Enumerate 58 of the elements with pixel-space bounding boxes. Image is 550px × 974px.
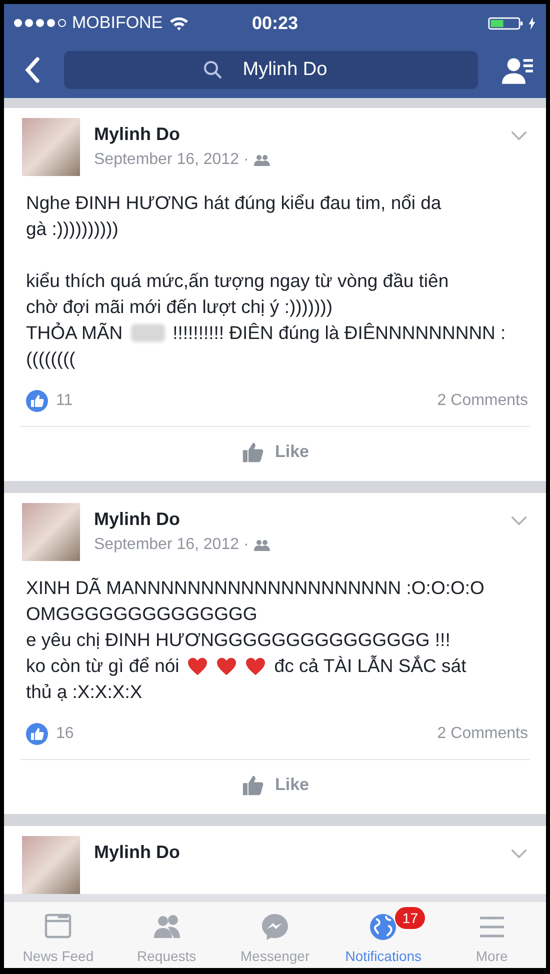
post-text: XINH DÃ MANNNNNNNNNNNNNNNNNNNN :O:O:O:O — [26, 577, 484, 599]
like-icon — [26, 390, 48, 412]
chevron-icon[interactable] — [510, 130, 528, 141]
comments-link[interactable]: 2 Comments — [437, 392, 528, 410]
post-text: chờ đợi mãi mới đến lượt chị ý :))))))) — [26, 296, 333, 318]
like-icon — [26, 723, 48, 745]
post-text: !!!!!!!!!! ĐIÊN đúng là ĐIÊNNNNNNNNN : — [172, 322, 506, 344]
post-text: thủ ạ :X:X:X:X — [26, 681, 142, 703]
messenger-icon — [260, 912, 290, 942]
post-text: e yêu chị ĐINH HƯƠNGGGGGGGGGGGGGGG !!! — [26, 629, 450, 651]
author-name[interactable]: Mylinh Do — [94, 842, 496, 863]
comments-link[interactable]: 2 Comments — [437, 725, 528, 743]
heart-icon — [187, 656, 208, 676]
post-text: gà :)))))))))) — [26, 218, 118, 240]
charging-icon — [528, 16, 536, 30]
tab-button[interactable]: Messenger — [220, 902, 330, 968]
signal-icon — [14, 19, 66, 27]
battery-icon — [488, 16, 524, 30]
friends-icon — [254, 154, 270, 166]
post-text: OMGGGGGGGGGGGGGG — [26, 603, 258, 625]
friends-icon — [254, 539, 270, 551]
clock-time: 00:23 — [250, 12, 300, 34]
tab-button[interactable]: More — [438, 902, 546, 968]
tab-button[interactable]: Requests — [112, 902, 221, 968]
notification-badge: 17 — [394, 906, 426, 930]
chevron-icon[interactable] — [510, 515, 528, 526]
post-text: kiểu thích quá mức,ấn tượng ngay từ vòng đầu tiên — [26, 270, 449, 292]
like-count: 11 — [56, 392, 73, 410]
carrier-name: MOBIFONE — [72, 13, 163, 33]
search-field[interactable]: Mylinh Do — [64, 51, 478, 89]
author-name[interactable]: Mylinh Do — [94, 124, 496, 145]
tab-button[interactable]: News Feed — [4, 902, 112, 968]
chevron-icon[interactable] — [510, 848, 528, 859]
tab-button[interactable]: 17 Notifications — [329, 902, 438, 968]
post-date: September 16, 2012 · — [94, 151, 249, 169]
back-icon[interactable] — [24, 57, 40, 83]
post-text: (((((((( — [26, 348, 76, 370]
blurred-block — [130, 324, 165, 342]
post-text: đc cả TÀI LẪN SẮC sát — [274, 655, 466, 677]
heart-icon — [216, 656, 238, 676]
avatar-photo — [22, 118, 80, 176]
thumbs-up-icon — [240, 774, 265, 796]
wifi-icon — [168, 15, 189, 31]
heart-icon — [245, 656, 266, 676]
post-text: ko còn từ gì để nói — [26, 655, 180, 677]
author-name[interactable]: Mylinh Do — [94, 509, 496, 530]
like-count: 16 — [56, 725, 74, 743]
post-text: THỎA MÃN — [26, 322, 123, 344]
globe-icon — [368, 912, 398, 942]
post-text: Nghe ĐINH HƯƠNG hát đúng kiểu đau tim, nổi da — [26, 192, 442, 214]
thumbs-up-icon — [240, 441, 265, 463]
avatar-photo — [22, 836, 80, 894]
post-date: September 16, 2012 · — [94, 536, 249, 554]
avatar-photo — [22, 503, 80, 561]
like-button[interactable]: Like — [234, 770, 316, 800]
profile-list-icon[interactable] — [502, 56, 534, 84]
search-icon — [203, 60, 223, 80]
like-button[interactable]: Like — [234, 437, 316, 467]
